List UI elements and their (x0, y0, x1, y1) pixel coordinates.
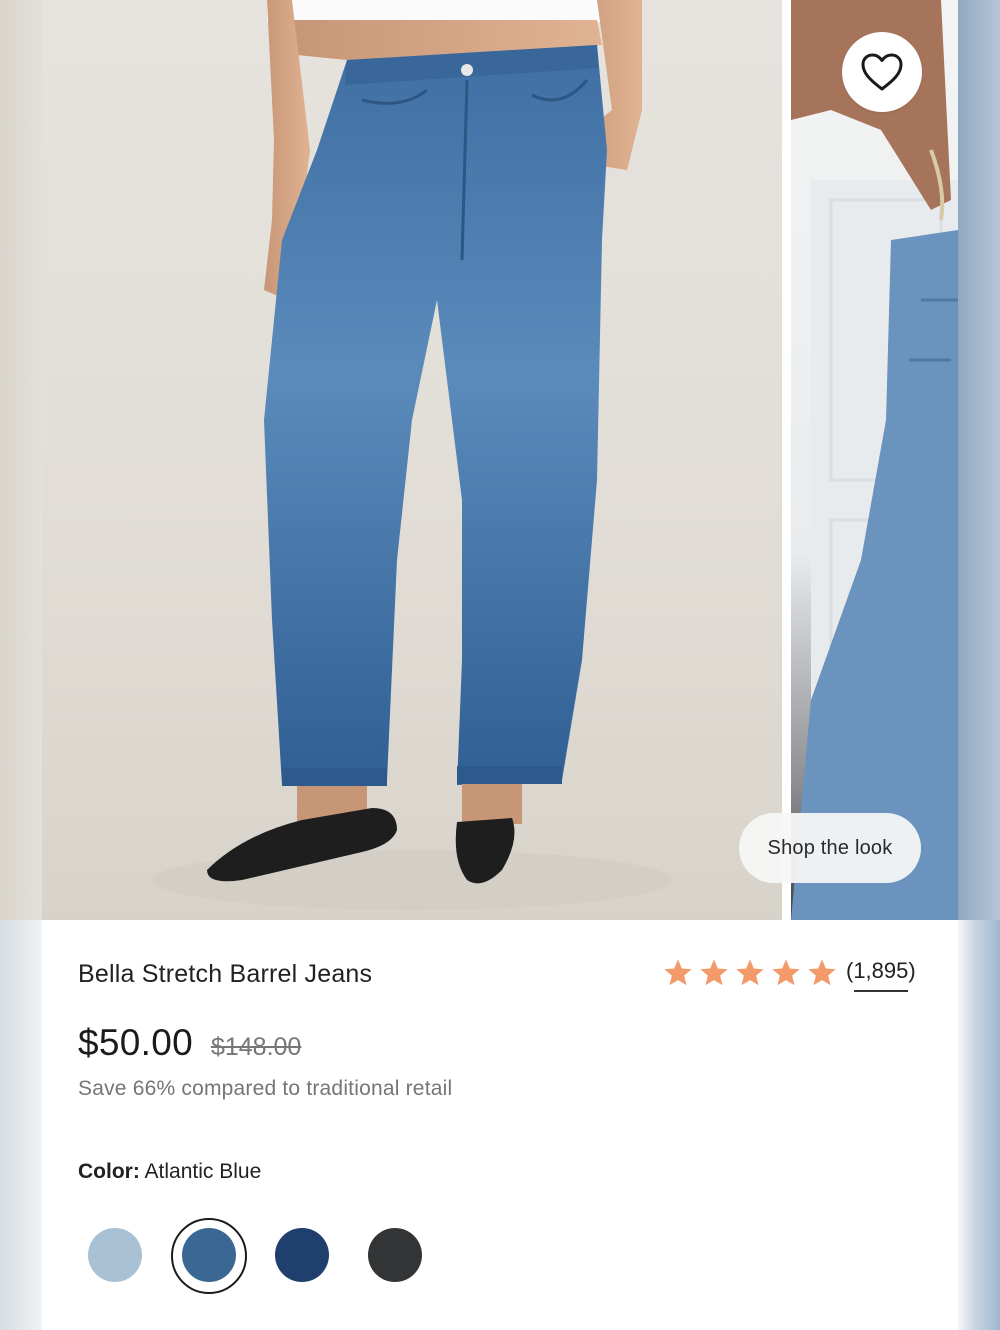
color-label-key: Color: (78, 1160, 140, 1183)
favorite-button[interactable] (842, 32, 922, 112)
jeans-photo (152, 0, 672, 910)
product-image-main[interactable] (42, 0, 782, 920)
swatch-atlantic-blue[interactable] (182, 1228, 236, 1282)
swatch-light-wash[interactable] (88, 1228, 142, 1282)
image-gallery[interactable]: Shop the look (42, 0, 958, 920)
star-icon (700, 959, 728, 986)
swatch-black[interactable] (368, 1228, 422, 1282)
product-rating[interactable]: (1,895) (662, 957, 916, 992)
star-icon (664, 959, 692, 986)
current-price: $50.00 (78, 1022, 193, 1063)
review-count-link[interactable]: (1,895) (846, 958, 916, 992)
product-title: Bella Stretch Barrel Jeans (78, 960, 373, 988)
swatch-dark-wash[interactable] (275, 1228, 329, 1282)
color-swatches (88, 1218, 488, 1294)
shop-the-look-button[interactable]: Shop the look (739, 813, 921, 883)
star-icon (772, 959, 800, 986)
shop-the-look-label: Shop the look (767, 836, 893, 859)
jeans-closeup-photo (791, 0, 958, 920)
star-icon (736, 959, 764, 986)
star-rating (662, 957, 838, 989)
savings-text: Save 66% compared to traditional retail (78, 1077, 453, 1100)
color-label: Color: Atlantic Blue (78, 1160, 261, 1184)
original-price: $148.00 (210, 1033, 302, 1061)
product-card: Shop the look Bella Stretch Barrel Jeans… (42, 0, 958, 1330)
color-label-value: Atlantic Blue (144, 1160, 262, 1183)
heart-outline-icon (861, 53, 903, 91)
star-icon (808, 959, 836, 986)
product-image-secondary[interactable] (791, 0, 958, 920)
price-row: $50.00 $148.00 (78, 1022, 301, 1064)
